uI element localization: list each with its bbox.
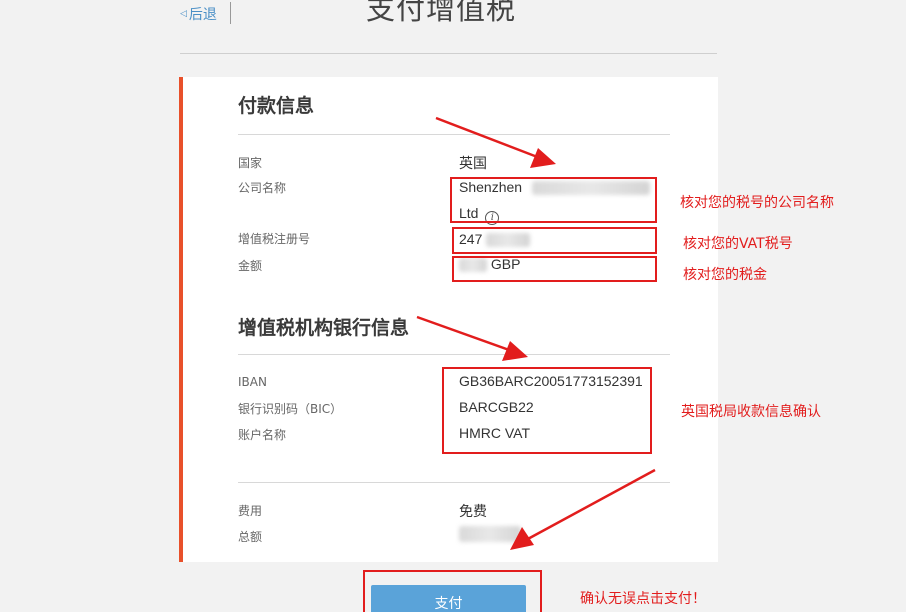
header-divider: [180, 53, 717, 54]
total-redaction: [459, 526, 521, 543]
vat-number-highlight-box: [452, 227, 657, 254]
bic-label: 银行识别码（BIC）: [238, 402, 343, 416]
pay-annotation: 确认无误点击支付！: [580, 591, 706, 607]
pay-button[interactable]: 支付: [371, 585, 526, 612]
amount-label: 金额: [238, 259, 263, 273]
fee-value: 免费: [459, 503, 487, 519]
payment-card: 付款信息 国家 英国 公司名称 Shenzhen Ltd i 增值税注册号 24…: [179, 77, 718, 562]
back-divider: [230, 2, 231, 24]
bank-info-annotation: 英国税局收款信息确认: [681, 404, 821, 420]
bank-info-highlight-box: [442, 367, 652, 454]
account-name-label: 账户名称: [238, 428, 287, 442]
total-label: 总额: [238, 530, 263, 544]
fee-label: 费用: [238, 504, 263, 518]
company-name-highlight-box: [450, 177, 657, 223]
page-title: 支付增值税: [366, 0, 517, 26]
page-header: ◁ 后退 支付增值税: [0, 0, 906, 56]
country-label: 国家: [238, 156, 263, 170]
back-link[interactable]: ◁ 后退: [180, 4, 217, 24]
payment-info-divider: [238, 134, 670, 135]
vat-number-annotation: 核对您的VAT税号: [683, 236, 793, 252]
total-value: [459, 525, 521, 543]
fees-divider: [238, 482, 670, 483]
company-name-annotation: 核对您的税号的公司名称: [680, 195, 834, 211]
back-arrow-icon: ◁: [180, 9, 187, 19]
amount-highlight-box: [452, 256, 657, 282]
amount-annotation: 核对您的税金: [683, 267, 767, 283]
payment-info-title: 付款信息: [238, 95, 315, 117]
back-label: 后退: [188, 7, 217, 23]
bank-info-title: 增值税机构银行信息: [238, 317, 410, 339]
iban-label: IBAN: [238, 375, 267, 389]
vat-number-label: 增值税注册号: [238, 232, 311, 246]
country-value: 英国: [459, 155, 487, 171]
bank-info-divider: [238, 354, 670, 355]
company-name-label: 公司名称: [238, 181, 287, 195]
